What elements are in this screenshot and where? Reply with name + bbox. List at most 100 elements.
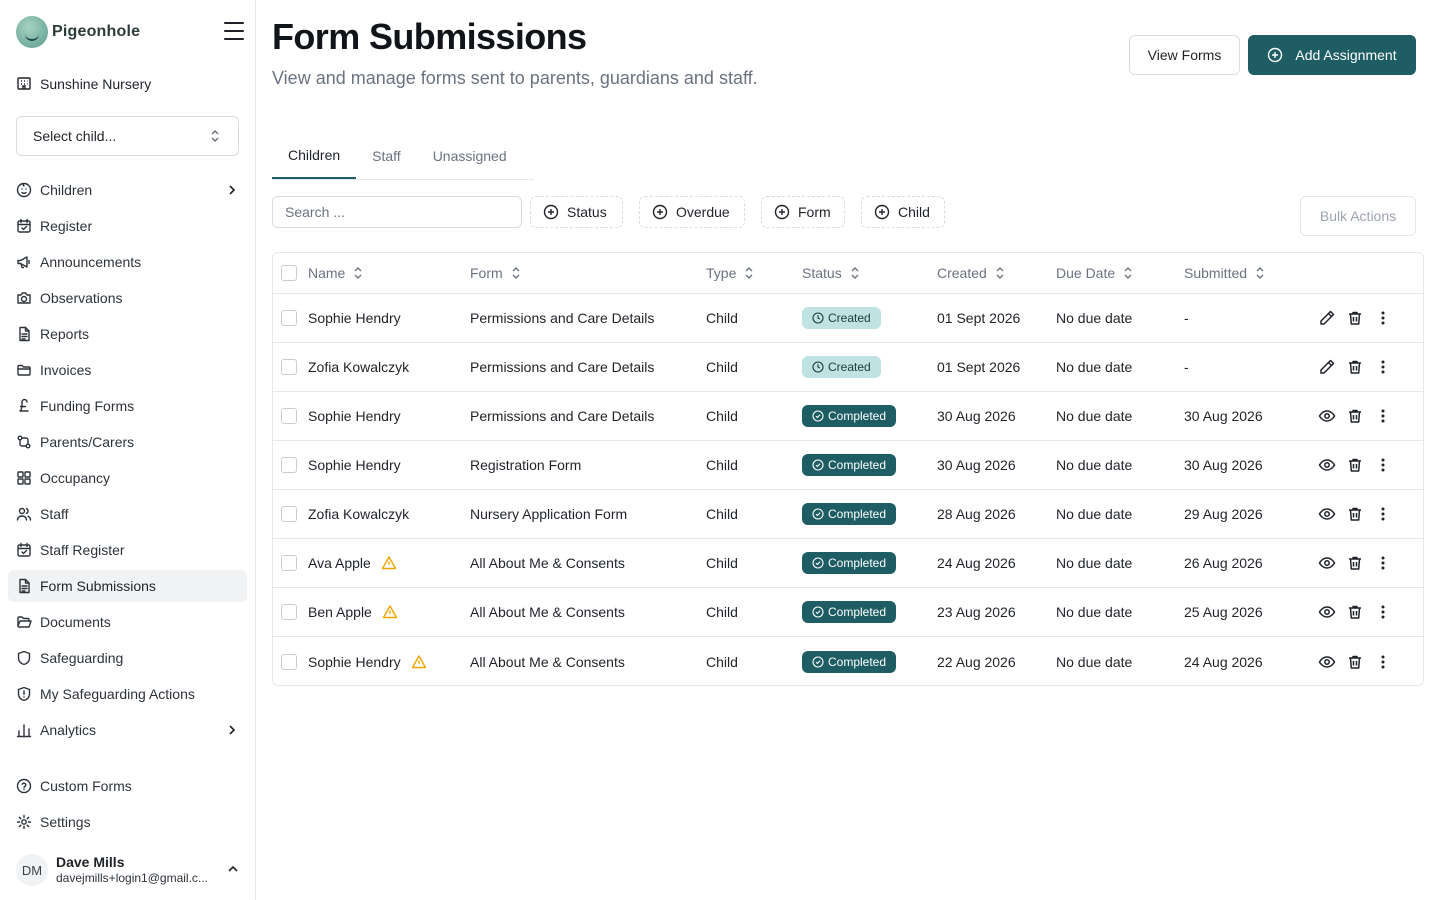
row-checkbox[interactable] bbox=[281, 604, 297, 620]
child-filter-button[interactable]: Child bbox=[861, 196, 945, 228]
sidebar-item-register[interactable]: Register bbox=[8, 210, 247, 242]
delete-icon[interactable] bbox=[1345, 504, 1365, 524]
table-row[interactable]: Ben Apple All About Me & Consents Child Com… bbox=[273, 588, 1423, 637]
edit-icon[interactable] bbox=[1317, 357, 1337, 377]
delete-icon[interactable] bbox=[1345, 357, 1365, 377]
view-icon[interactable] bbox=[1317, 455, 1337, 475]
sidebar-item-custom-forms[interactable]: Custom Forms bbox=[8, 770, 247, 802]
cell-name[interactable]: Sophie Hendry bbox=[308, 310, 401, 326]
delete-icon[interactable] bbox=[1345, 406, 1365, 426]
view-icon[interactable] bbox=[1317, 406, 1337, 426]
more-options-icon[interactable] bbox=[1373, 553, 1393, 573]
cell-name[interactable]: Ben Apple bbox=[308, 604, 372, 620]
column-name[interactable]: Name bbox=[308, 253, 363, 293]
sidebar-item-my-safeguarding-actions[interactable]: My Safeguarding Actions bbox=[8, 678, 247, 710]
chevrons-up-down-icon bbox=[208, 128, 222, 147]
edit-icon[interactable] bbox=[1317, 308, 1337, 328]
row-actions bbox=[1317, 588, 1401, 636]
sidebar-item-invoices[interactable]: Invoices bbox=[8, 354, 247, 386]
column-due-date[interactable]: Due Date bbox=[1056, 253, 1133, 293]
more-options-icon[interactable] bbox=[1373, 602, 1393, 622]
more-options-icon[interactable] bbox=[1373, 504, 1393, 524]
user-menu[interactable]: DM Dave Mills davejmills+login1@gmail.c.… bbox=[16, 850, 240, 890]
row-checkbox[interactable] bbox=[281, 359, 297, 375]
view-forms-button[interactable]: View Forms bbox=[1129, 35, 1240, 75]
more-options-icon[interactable] bbox=[1373, 406, 1393, 426]
search-input[interactable] bbox=[272, 196, 522, 228]
select-all-checkbox[interactable] bbox=[281, 265, 297, 281]
view-icon[interactable] bbox=[1317, 553, 1337, 573]
table-row[interactable]: Sophie Hendry Permissions and Care Detail… bbox=[273, 392, 1423, 441]
tab-unassigned[interactable]: Unassigned bbox=[417, 132, 523, 179]
bulk-actions-button[interactable]: Bulk Actions bbox=[1300, 196, 1416, 236]
sidebar-item-label: Analytics bbox=[40, 722, 97, 738]
table-row[interactable]: Zofia Kowalczyk Nursery Application Form C… bbox=[273, 490, 1423, 539]
view-icon[interactable] bbox=[1317, 602, 1337, 622]
cell-form: All About Me & Consents bbox=[470, 555, 625, 571]
row-checkbox[interactable] bbox=[281, 653, 297, 670]
column-form[interactable]: Form bbox=[470, 253, 521, 293]
delete-icon[interactable] bbox=[1345, 602, 1365, 622]
sidebar-item-children[interactable]: Children bbox=[8, 174, 247, 206]
more-options-icon[interactable] bbox=[1373, 308, 1393, 328]
gear-icon bbox=[16, 814, 32, 830]
sidebar-item-staff[interactable]: Staff bbox=[8, 498, 247, 530]
column-type[interactable]: Type bbox=[706, 253, 754, 293]
table-row[interactable]: Sophie Hendry Registration Form Child Compl… bbox=[273, 441, 1423, 490]
cell-submitted: 26 Aug 2026 bbox=[1184, 555, 1263, 571]
column-status[interactable]: Status bbox=[802, 253, 860, 293]
more-options-icon[interactable] bbox=[1373, 357, 1393, 377]
more-options-icon[interactable] bbox=[1373, 455, 1393, 475]
sidebar-item-reports[interactable]: Reports bbox=[8, 318, 247, 350]
sidebar-item-form-submissions[interactable]: Form Submissions bbox=[8, 570, 247, 602]
sidebar-item-announcements[interactable]: Announcements bbox=[8, 246, 247, 278]
chevron-right-icon bbox=[225, 183, 239, 200]
table-row[interactable]: Sophie Hendry Permissions and Care Detail… bbox=[273, 294, 1423, 343]
column-created[interactable]: Created bbox=[937, 253, 1005, 293]
table-row[interactable]: Sophie Hendry All About Me & Consents Chil… bbox=[273, 637, 1423, 685]
sidebar-item-staff-register[interactable]: Staff Register bbox=[8, 534, 247, 566]
check-circle-icon bbox=[812, 655, 824, 668]
sidebar-item-observations[interactable]: Observations bbox=[8, 282, 247, 314]
row-checkbox[interactable] bbox=[281, 457, 297, 473]
view-icon[interactable] bbox=[1317, 504, 1337, 524]
more-options-icon[interactable] bbox=[1373, 652, 1393, 672]
sidebar-item-occupancy[interactable]: Occupancy bbox=[8, 462, 247, 494]
view-icon[interactable] bbox=[1317, 652, 1337, 672]
tab-children[interactable]: Children bbox=[272, 132, 357, 179]
form-filter-button[interactable]: Form bbox=[761, 196, 845, 228]
overdue-filter-button[interactable]: Overdue bbox=[639, 196, 745, 228]
cell-name[interactable]: Sophie Hendry bbox=[308, 408, 401, 424]
nursery-label: Sunshine Nursery bbox=[40, 76, 152, 92]
sidebar: Pigeonhole Sunshine Nursery Select child… bbox=[0, 0, 256, 900]
cell-name[interactable]: Sophie Hendry bbox=[308, 654, 401, 670]
user-name: Dave Mills bbox=[56, 854, 125, 870]
delete-icon[interactable] bbox=[1345, 455, 1365, 475]
delete-icon[interactable] bbox=[1345, 652, 1365, 672]
cell-name[interactable]: Ava Apple bbox=[308, 555, 371, 571]
sidebar-item-settings[interactable]: Settings bbox=[8, 806, 247, 838]
sidebar-item-parents-carers[interactable]: Parents/Carers bbox=[8, 426, 247, 458]
table-row[interactable]: Zofia Kowalczyk Permissions and Care Deta… bbox=[273, 343, 1423, 392]
sidebar-item-safeguarding[interactable]: Safeguarding bbox=[8, 642, 247, 674]
cell-name[interactable]: Zofia Kowalczyk bbox=[308, 359, 409, 375]
row-checkbox[interactable] bbox=[281, 310, 297, 326]
sidebar-item-funding-forms[interactable]: Funding Forms bbox=[8, 390, 247, 422]
row-checkbox[interactable] bbox=[281, 506, 297, 522]
sidebar-item-documents[interactable]: Documents bbox=[8, 606, 247, 638]
row-checkbox[interactable] bbox=[281, 555, 297, 571]
tab-staff[interactable]: Staff bbox=[356, 132, 417, 179]
child-select[interactable]: Select child... bbox=[16, 116, 239, 156]
sidebar-item-analytics[interactable]: Analytics bbox=[8, 714, 247, 746]
row-actions bbox=[1317, 637, 1401, 685]
cell-name[interactable]: Sophie Hendry bbox=[308, 457, 401, 473]
table-row[interactable]: Ava Apple All About Me & Consents Child Com… bbox=[273, 539, 1423, 588]
column-submitted[interactable]: Submitted bbox=[1184, 253, 1265, 293]
delete-icon[interactable] bbox=[1345, 553, 1365, 573]
cell-name[interactable]: Zofia Kowalczyk bbox=[308, 506, 409, 522]
add-assignment-button[interactable]: Add Assignment bbox=[1248, 35, 1416, 75]
menu-icon[interactable] bbox=[224, 22, 244, 40]
status-filter-button[interactable]: Status bbox=[530, 196, 623, 228]
delete-icon[interactable] bbox=[1345, 308, 1365, 328]
row-checkbox[interactable] bbox=[281, 408, 297, 424]
